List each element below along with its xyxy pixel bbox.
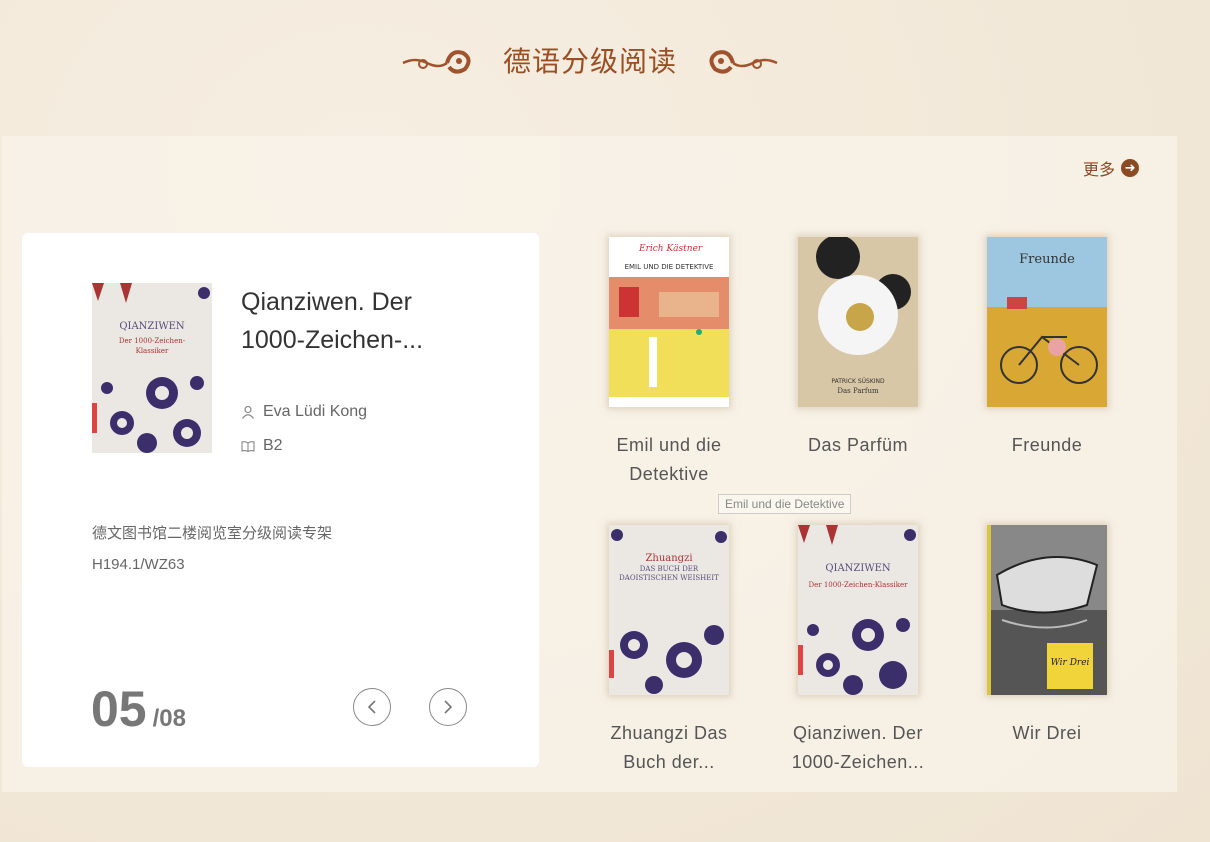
book-item[interactable]: Wir Drei Wir Drei <box>972 525 1122 748</box>
left-cloud-ornament-icon <box>402 50 471 74</box>
book-title: Zhuangzi Das Buch der... <box>594 719 744 777</box>
book-title-line2: Buch der... <box>623 752 715 772</box>
current-index: 05 <box>91 681 147 737</box>
author-name: Eva Lüdi Kong <box>263 403 368 420</box>
book-item[interactable]: Freunde Freunde <box>972 237 1122 460</box>
book-cover[interactable]: Zhuangzi DAS BUCH DER DAOISTISCHEN WEISH… <box>609 525 729 695</box>
book-item[interactable]: QIANZIWEN Der 1000-Zeichen-Klassiker Qia… <box>783 525 933 777</box>
book-cover[interactable]: QIANZIWEN Der 1000-Zeichen-Klassiker <box>798 525 918 695</box>
book-cover[interactable]: Erich Kästner EMIL UND DIE DETEKTIVE <box>609 237 729 407</box>
open-book-icon <box>241 441 255 453</box>
shelf-location: 德文图书馆二楼阅览室分级阅读专架 <box>92 525 333 542</box>
svg-text:Freunde: Freunde <box>1019 252 1075 267</box>
book-cover[interactable]: Wir Drei <box>987 525 1107 695</box>
book-title-line1: Wir Drei <box>1012 723 1082 743</box>
book-title-line1: Das Parfüm <box>807 435 909 455</box>
cover-line3: Klassiker <box>136 347 169 355</box>
chevron-left-icon <box>367 700 376 714</box>
book-item[interactable]: Zhuangzi DAS BUCH DER DAOISTISCHEN WEISH… <box>594 525 744 777</box>
slide-counter: 05/08 <box>91 680 186 738</box>
title-line2: 1000-Zeichen-... <box>241 326 424 354</box>
book-title: Freunde <box>972 431 1122 460</box>
featured-book-card: QIANZIWEN Der 1000-Zeichen- Klassiker Qi… <box>22 233 539 767</box>
book-title: Emil und die Detektive <box>594 431 744 489</box>
svg-text:Der 1000-Zeichen-Klassiker: Der 1000-Zeichen-Klassiker <box>809 581 909 589</box>
level-label: B2 <box>263 437 283 454</box>
svg-text:Das Parfum: Das Parfum <box>837 387 879 395</box>
svg-text:PATRICK SÜSKIND: PATRICK SÜSKIND <box>831 378 885 385</box>
prev-button[interactable] <box>353 688 391 726</box>
book-title-line1: Qianziwen. Der <box>792 723 924 743</box>
author-row: Eva Lüdi Kong <box>241 403 367 421</box>
book-title: Qianziwen. Der 1000-Zeichen... <box>783 719 933 777</box>
book-title-line1: Zhuangzi Das <box>610 723 728 743</box>
book-item[interactable]: Erich Kästner EMIL UND DIE DETEKTIVE Emi… <box>594 237 744 489</box>
title-line1: Qianziwen. Der <box>241 288 412 316</box>
book-title: Wir Drei <box>972 719 1122 748</box>
section-heading: 德语分级阅读 <box>0 40 1180 80</box>
person-icon <box>242 405 254 419</box>
cover-line2: Der 1000-Zeichen- <box>119 337 186 345</box>
svg-text:Wir Drei: Wir Drei <box>1051 658 1090 668</box>
svg-text:EMIL UND DIE DETEKTIVE: EMIL UND DIE DETEKTIVE <box>625 263 714 271</box>
right-cloud-ornament-icon <box>709 50 778 74</box>
book-cover[interactable]: PATRICK SÜSKIND Das Parfum <box>798 237 918 407</box>
featured-book-cover[interactable]: QIANZIWEN Der 1000-Zeichen- Klassiker <box>92 283 212 453</box>
book-title-line2: 1000-Zeichen... <box>791 752 925 772</box>
level-row: B2 <box>241 437 283 455</box>
book-item[interactable]: PATRICK SÜSKIND Das Parfum Das Parfüm <box>783 237 933 460</box>
cover-line1: QIANZIWEN <box>119 321 185 332</box>
total-count: /08 <box>152 705 186 732</box>
call-number: H194.1/WZ63 <box>92 556 185 573</box>
book-title-line1: Emil und die <box>616 435 722 455</box>
arrow-right-circle-icon: ➜ <box>1121 159 1140 177</box>
book-title-line2: Detektive <box>629 464 709 484</box>
svg-text:QIANZIWEN: QIANZIWEN <box>825 563 891 574</box>
svg-text:Zhuangzi: Zhuangzi <box>645 553 692 564</box>
section-title: 德语分级阅读 <box>502 45 677 78</box>
chevron-right-icon <box>444 700 453 714</box>
svg-text:Erich Kästner: Erich Kästner <box>638 244 703 254</box>
hover-tooltip: Emil und die Detektive <box>718 494 852 514</box>
more-label: 更多 <box>1083 162 1116 179</box>
more-link[interactable]: 更多 ➜ <box>1083 156 1140 180</box>
book-title: Das Parfüm <box>783 431 933 460</box>
book-title-line1: Freunde <box>1011 435 1083 455</box>
book-cover[interactable]: Freunde <box>987 237 1107 407</box>
featured-book-title[interactable]: Qianziwen. Der 1000-Zeichen-... <box>241 283 481 359</box>
next-button[interactable] <box>429 688 467 726</box>
